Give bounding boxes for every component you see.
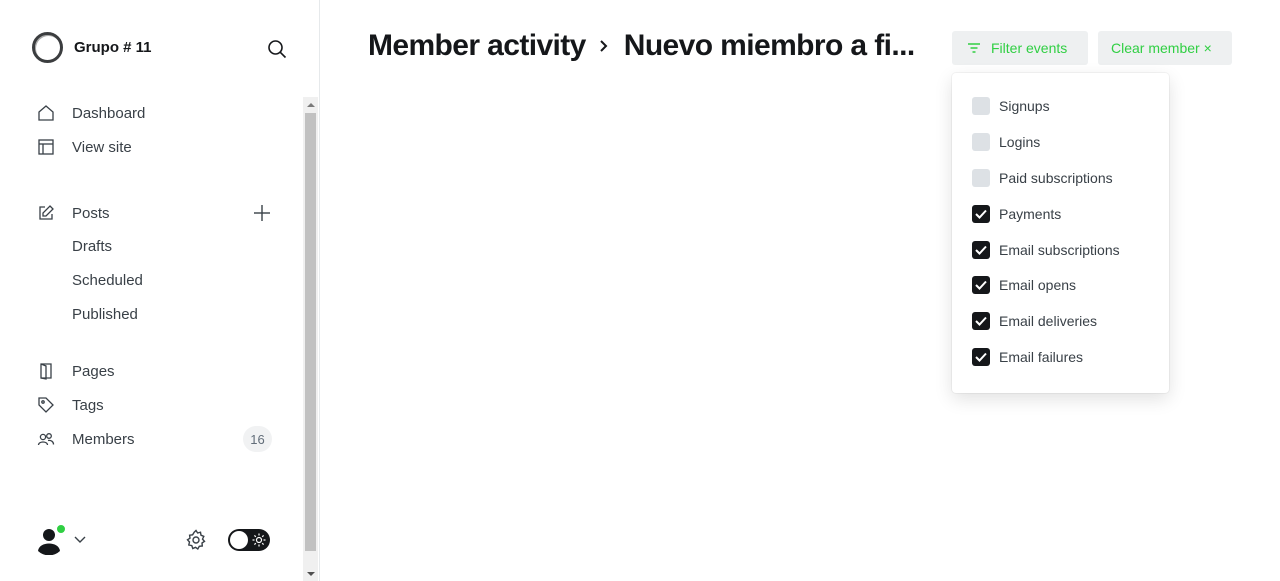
filter-option-label: Email opens [999, 277, 1077, 293]
nav-scheduled[interactable]: Scheduled [72, 270, 143, 292]
page-icon [36, 361, 56, 381]
checkbox[interactable] [972, 169, 990, 187]
clear-member-button[interactable]: Clear member × [1098, 31, 1232, 65]
members-icon [36, 429, 56, 449]
checkbox-checked[interactable] [972, 348, 990, 366]
check-icon [975, 245, 987, 255]
search-icon [268, 40, 287, 59]
filter-option-label: Email failures [999, 349, 1084, 365]
plus-icon [254, 205, 270, 221]
nav-posts-label: Posts [72, 204, 110, 222]
filter-events-dropdown: Signups Logins Paid subscriptions Paymen… [952, 73, 1169, 393]
nav-pages[interactable]: Pages [36, 359, 115, 383]
filter-option-label: Signups [999, 98, 1050, 114]
user-menu-toggle[interactable] [72, 531, 88, 547]
add-post-button[interactable] [250, 201, 274, 225]
nav-tags[interactable]: Tags [36, 393, 104, 417]
filter-option-label: Payments [999, 206, 1062, 222]
layout-icon [36, 137, 56, 157]
nav-members-label: Members [72, 430, 135, 448]
filter-option-payments[interactable]: Payments [972, 204, 1061, 224]
site-logo [32, 32, 63, 63]
nav-dashboard-label: Dashboard [72, 104, 146, 122]
filter-option-email-opens[interactable]: Email opens [972, 275, 1076, 295]
nav-view-site-label: View site [72, 138, 132, 156]
filter-option-label: Email deliveries [999, 313, 1098, 329]
filter-option-email-deliveries[interactable]: Email deliveries [972, 311, 1097, 331]
sun-icon [252, 533, 266, 547]
checkbox-checked[interactable] [972, 312, 990, 330]
filter-option-signups[interactable]: Signups [972, 96, 1050, 116]
site-name: Grupo # 11 [74, 39, 152, 56]
checkbox[interactable] [972, 97, 990, 115]
members-count-badge: 16 [243, 426, 272, 452]
chevron-down-icon [74, 536, 86, 543]
brand[interactable]: Grupo # 11 [32, 32, 152, 63]
check-icon [975, 352, 987, 362]
check-icon [975, 280, 987, 290]
chevron-right-icon [598, 38, 610, 54]
theme-toggle[interactable] [228, 529, 270, 551]
scroll-down-arrow[interactable] [303, 566, 318, 581]
nav-tags-label: Tags [72, 396, 104, 414]
settings-button[interactable] [184, 528, 208, 552]
nav-view-site[interactable]: View site [36, 135, 132, 159]
nav-dashboard[interactable]: Dashboard [36, 101, 145, 125]
filter-events-button[interactable]: Filter events [952, 31, 1088, 65]
nav-pages-label: Pages [72, 362, 115, 380]
search-button[interactable] [264, 36, 290, 62]
nav-drafts[interactable]: Drafts [72, 236, 112, 258]
online-status-dot [56, 524, 66, 534]
toggle-knob [230, 531, 248, 549]
check-icon [975, 316, 987, 326]
scroll-up-arrow[interactable] [303, 97, 318, 112]
filter-option-email-failures[interactable]: Email failures [972, 347, 1083, 367]
filter-events-label: Filter events [991, 40, 1068, 56]
breadcrumb-member-activity[interactable]: Member activity [368, 29, 586, 63]
breadcrumb: Member activity Nuevo miembro a fi... [368, 28, 928, 64]
nav-posts[interactable]: Posts [36, 201, 110, 225]
nav-members[interactable]: Members [36, 427, 135, 451]
checkbox-checked[interactable] [972, 205, 990, 223]
gear-icon [186, 529, 206, 551]
sidebar: Grupo # 11 Dashboard View site Posts Dra… [0, 0, 320, 581]
scroll-thumb[interactable] [305, 113, 316, 551]
clear-member-label: Clear member × [1111, 40, 1212, 56]
edit-icon [36, 203, 56, 223]
filter-option-email-subscriptions[interactable]: Email subscriptions [972, 240, 1120, 260]
checkbox-checked[interactable] [972, 276, 990, 294]
filter-option-label: Paid subscriptions [999, 170, 1113, 186]
filter-option-paid-subscriptions[interactable]: Paid subscriptions [972, 168, 1113, 188]
checkbox-checked[interactable] [972, 241, 990, 259]
tag-icon [36, 395, 56, 415]
sidebar-scrollbar[interactable] [303, 97, 318, 581]
checkbox[interactable] [972, 133, 990, 151]
filter-option-label: Logins [999, 134, 1041, 150]
check-icon [975, 209, 987, 219]
filter-option-logins[interactable]: Logins [972, 132, 1040, 152]
home-icon [36, 103, 56, 123]
nav-published[interactable]: Published [72, 304, 138, 326]
filter-icon [968, 43, 980, 53]
filter-option-label: Email subscriptions [999, 242, 1120, 258]
page-title: Nuevo miembro a fi... [623, 29, 915, 62]
avatar[interactable] [33, 523, 66, 556]
